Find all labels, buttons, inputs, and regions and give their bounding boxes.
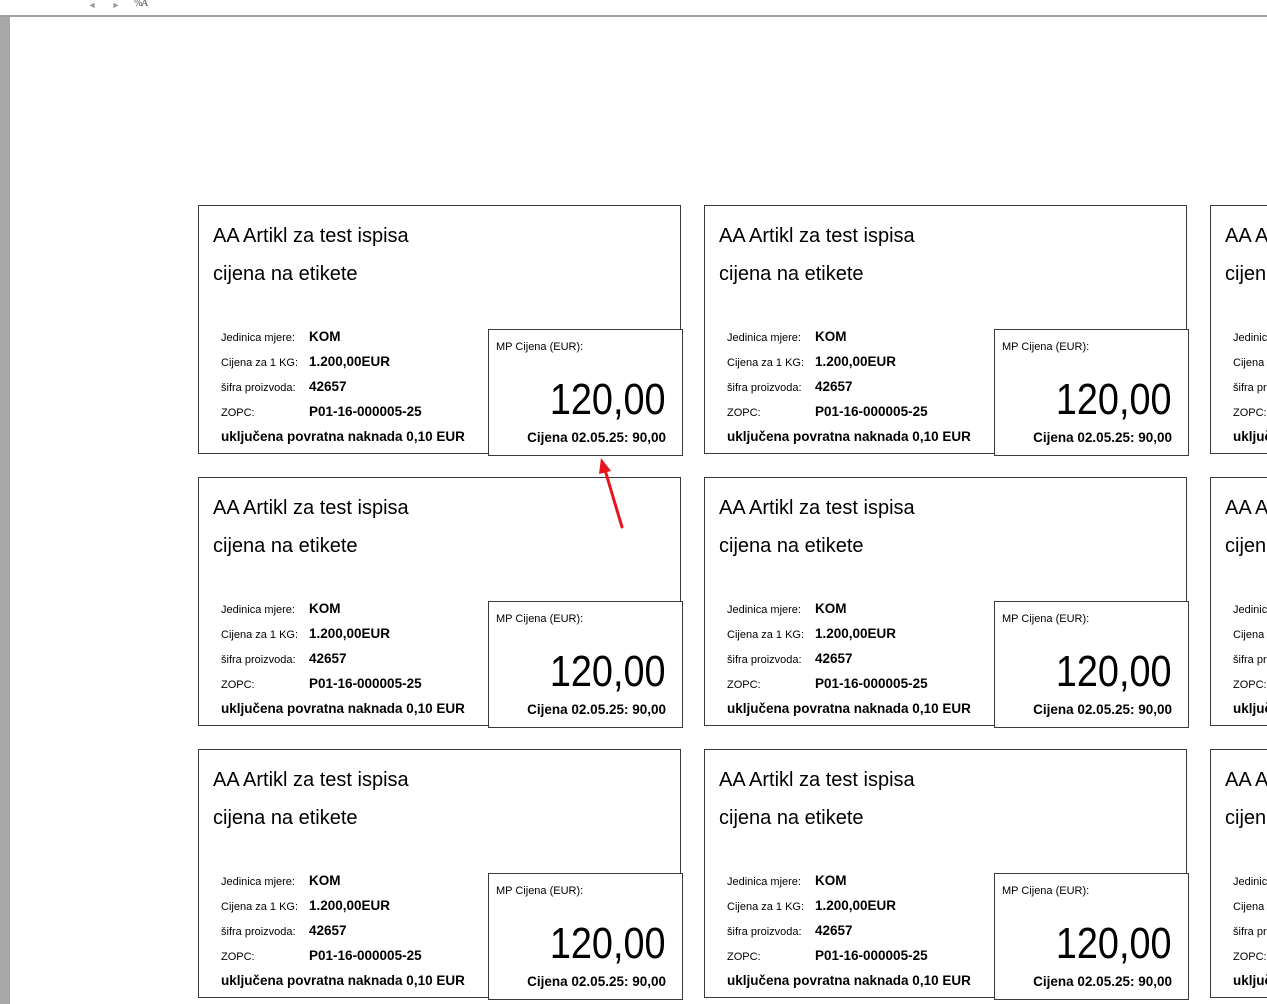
arrow-head bbox=[599, 458, 611, 474]
arrow-shaft bbox=[603, 468, 624, 529]
red-arrow-annotation bbox=[599, 458, 624, 529]
